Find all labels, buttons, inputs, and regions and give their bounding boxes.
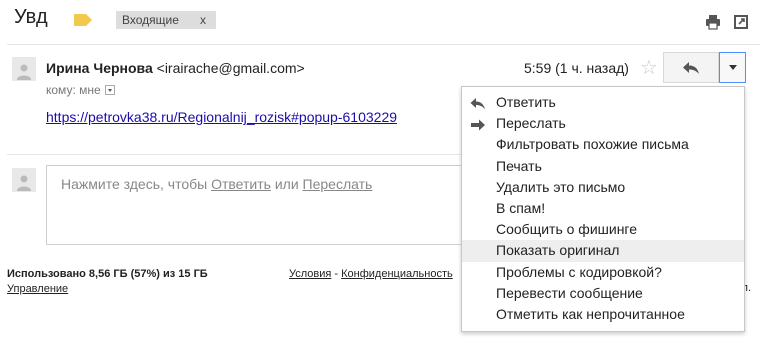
menu-item-mark-unread[interactable]: Отметить как непрочитанное [462, 304, 744, 325]
menu-item-label: Удалить это письмо [496, 178, 626, 195]
more-options-button[interactable] [719, 52, 746, 83]
footer-separator: - [331, 268, 342, 280]
menu-item-label: Фильтровать похожие письма [496, 136, 689, 153]
menu-item-label: Печать [496, 157, 542, 174]
quick-reply-box[interactable]: Нажмите здесь, чтобы Ответить или Пересл… [46, 165, 466, 245]
reply-icon [470, 96, 486, 110]
print-icon[interactable] [705, 14, 721, 30]
recipient-line: кому: мне [46, 83, 115, 97]
message-link[interactable]: https://petrovka38.ru/Regionalnij_rozisk… [46, 109, 466, 125]
chevron-down-icon [728, 65, 737, 70]
menu-item-label: Сообщить о фишинге [496, 221, 638, 238]
menu-item-translate[interactable]: Перевести сообщение [462, 283, 744, 304]
storage-usage: Использовано 8,56 ГБ (57%) из 15 ГБ [7, 268, 208, 280]
email-subject: Увд [14, 6, 48, 28]
terms-link[interactable]: Условия [289, 268, 331, 280]
menu-item-label: Ответить [496, 94, 556, 110]
footer-links: Условия - Конфиденциальность [289, 268, 464, 280]
sender-email: <irairache@gmail.com> [156, 60, 305, 76]
inbox-label-text: Входящие [122, 13, 179, 27]
reply-icon [683, 61, 699, 74]
current-user-avatar [12, 168, 36, 192]
menu-item-print[interactable]: Печать [462, 156, 744, 177]
menu-item-forward[interactable]: Переслать [462, 113, 744, 134]
recipient-text: кому: мне [46, 83, 101, 97]
forward-icon [470, 117, 486, 131]
divider [7, 154, 462, 155]
sender-name[interactable]: Ирина Чернова [46, 60, 153, 76]
divider [7, 44, 760, 45]
menu-item-label: Переслать [496, 115, 566, 132]
star-icon[interactable]: ☆ [640, 55, 658, 80]
forward-link[interactable]: Переслать [303, 176, 373, 192]
more-options-menu: Ответить Переслать Фильтровать похожие п… [461, 86, 745, 332]
menu-item-delete[interactable]: Удалить это письмо [462, 177, 744, 198]
menu-item-label: Показать оригинал [496, 242, 620, 259]
menu-item-spam[interactable]: В спам! [462, 198, 744, 219]
sender-line: Ирина Чернова <irairache@gmail.com> [46, 60, 305, 76]
remove-label-button[interactable]: x [200, 13, 206, 27]
menu-item-label: Перевести сообщение [496, 284, 643, 301]
open-new-window-icon[interactable] [733, 14, 749, 30]
reply-or-text: или [270, 176, 303, 192]
menu-item-report-phishing[interactable]: Сообщить о фишинге [462, 219, 744, 240]
menu-item-label: Проблемы с кодировкой? [496, 263, 662, 280]
menu-item-encoding-problems[interactable]: Проблемы с кодировкой? [462, 262, 744, 283]
sender-avatar [12, 57, 36, 81]
manage-storage-link[interactable]: Управление [7, 283, 68, 295]
reply-button[interactable] [663, 52, 719, 83]
show-details-dropdown[interactable] [104, 85, 115, 95]
menu-item-show-original[interactable]: Показать оригинал [462, 240, 744, 262]
label-tag-icon[interactable] [74, 13, 92, 26]
menu-item-reply[interactable]: Ответить [462, 92, 744, 113]
reply-prompt-text: Нажмите здесь, чтобы [61, 176, 212, 192]
menu-item-label: Отметить как непрочитанное [496, 305, 685, 322]
message-time: 5:59 (1 ч. назад) [524, 60, 629, 76]
inbox-label-chip: Входящие x [116, 11, 216, 29]
menu-item-filter-similar[interactable]: Фильтровать похожие письма [462, 134, 744, 155]
privacy-link[interactable]: Конфиденциальность [341, 268, 453, 280]
menu-item-label: В спам! [496, 199, 546, 216]
reply-link[interactable]: Ответить [211, 176, 271, 192]
